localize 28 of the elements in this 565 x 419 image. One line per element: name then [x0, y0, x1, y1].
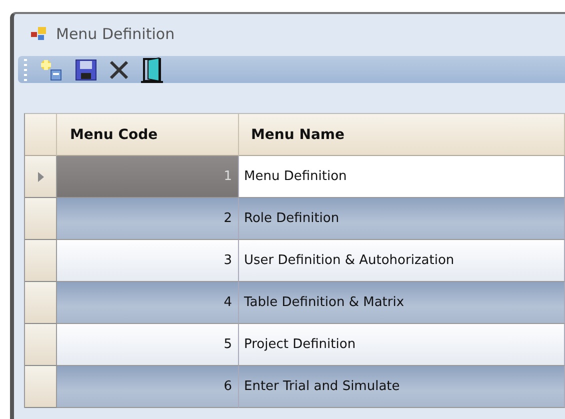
row-header[interactable]: [25, 366, 57, 408]
table-cell: Table Definition & Matrix: [239, 282, 565, 324]
table-cell: 3: [57, 240, 239, 282]
grip-icon[interactable]: [24, 58, 28, 80]
table-cell: 2: [57, 198, 239, 240]
table-cell: Project Definition: [239, 324, 565, 366]
table-cell: User Definition & Autohorization: [239, 240, 565, 282]
row-header[interactable]: [25, 156, 57, 198]
window-title: Menu Definition: [56, 25, 175, 43]
table-cell: Menu Definition: [239, 156, 565, 198]
row-header[interactable]: [25, 198, 57, 240]
table-cell: Enter Trial and Simulate: [239, 366, 565, 408]
close-icon[interactable]: [108, 58, 130, 80]
corner-header[interactable]: [25, 114, 57, 156]
row-header[interactable]: [25, 282, 57, 324]
save-icon[interactable]: [74, 58, 98, 82]
table-cell: 1: [57, 156, 239, 198]
row-header[interactable]: [25, 240, 57, 282]
column-header[interactable]: Menu Name: [239, 114, 565, 156]
table-cell: Role Definition: [239, 198, 565, 240]
door-icon[interactable]: [140, 56, 164, 82]
row-header[interactable]: [25, 324, 57, 366]
table-cell: 5: [57, 324, 239, 366]
current-row-icon: [38, 172, 44, 182]
column-header[interactable]: Menu Code: [57, 114, 239, 156]
table-cell: 6: [57, 366, 239, 408]
app-icon: [30, 26, 48, 42]
table-cell: 4: [57, 282, 239, 324]
